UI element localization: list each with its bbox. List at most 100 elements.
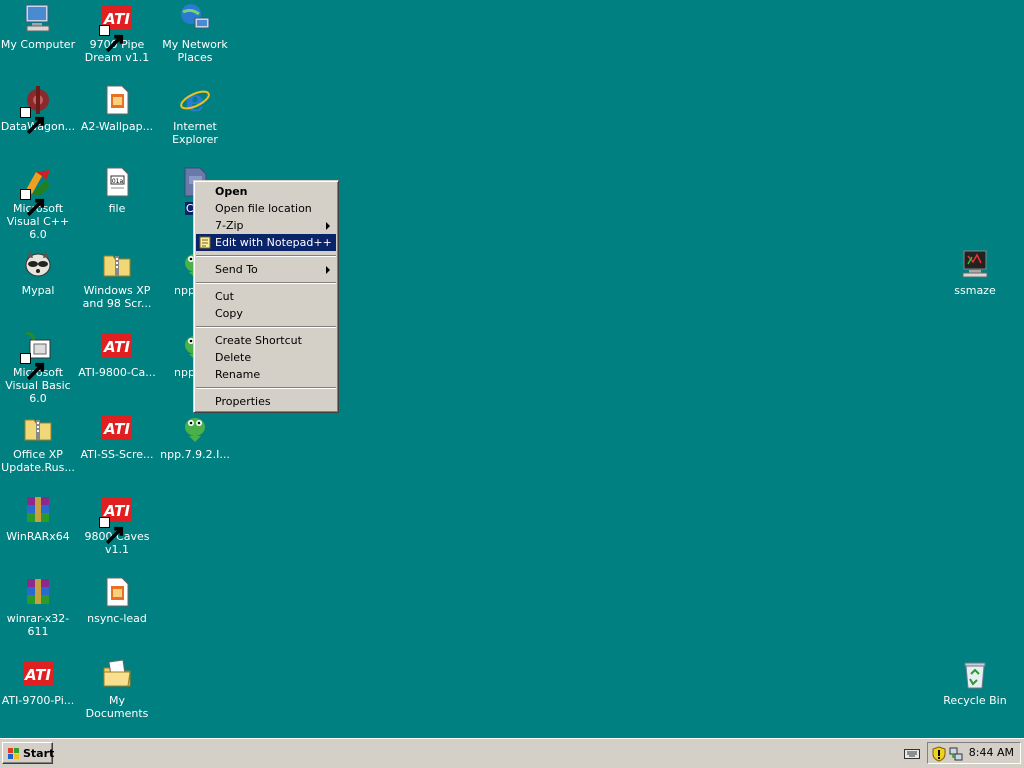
- icon-label: npp.7.9.2.I...: [160, 448, 230, 461]
- desktop-icon-npp792[interactable]: npp.7.9.2.I...: [155, 412, 235, 461]
- menu-item-copy[interactable]: Copy: [196, 305, 336, 322]
- ati-icon: ATI: [101, 412, 133, 444]
- shortcut-arrow-icon: [20, 353, 45, 381]
- context-menu: Open Open file location 7-Zip Edit with …: [193, 180, 339, 413]
- desktop-icon-mypal[interactable]: Mypal: [0, 248, 78, 297]
- shortcut-arrow-icon: [99, 517, 124, 545]
- desktop-icon-officexp[interactable]: Office XP Update.Rus...: [0, 412, 78, 474]
- desktop-icon-nsync-lead[interactable]: nsync-lead: [77, 576, 157, 625]
- notepad-plus-plus-icon: [199, 236, 211, 249]
- icon-label: nsync-lead: [87, 612, 147, 625]
- menu-separator: [196, 255, 336, 257]
- start-button[interactable]: Start: [2, 742, 55, 764]
- recycle-bin-icon: [959, 658, 991, 690]
- desktop-icon-msvc[interactable]: Microsoft Visual C++ 6.0: [0, 166, 78, 241]
- menu-item-open[interactable]: Open: [196, 183, 336, 200]
- menu-item-label: 7-Zip: [215, 219, 244, 232]
- security-shield-icon[interactable]: [931, 746, 947, 762]
- submenu-arrow-icon: [326, 266, 330, 274]
- shortcut-arrow-icon: [20, 189, 45, 217]
- icon-label: My Documents: [85, 694, 149, 720]
- menu-item-create-shortcut[interactable]: Create Shortcut: [196, 332, 336, 349]
- desktop-icon-network-places[interactable]: My Network Places: [155, 2, 235, 64]
- menu-item-delete[interactable]: Delete: [196, 349, 336, 366]
- desktop-icon-my-documents[interactable]: My Documents: [77, 658, 157, 720]
- desktop-icon-internet-explorer[interactable]: e Internet Explorer: [155, 84, 235, 146]
- winrar-icon: [22, 576, 54, 608]
- desktop-icon-recycle-bin[interactable]: Recycle Bin: [935, 658, 1015, 707]
- menu-separator: [196, 387, 336, 389]
- clock[interactable]: 8:44 AM: [969, 746, 1014, 760]
- computer-icon: [22, 2, 54, 34]
- desktop-icon-msvb[interactable]: Microsoft Visual Basic 6.0: [0, 330, 78, 405]
- internet-explorer-icon: e: [179, 84, 211, 116]
- visual-basic-icon: [20, 330, 54, 381]
- raccoon-icon: [22, 248, 54, 280]
- shortcut-arrow-icon: [99, 25, 124, 53]
- desktop-icon-datawagon[interactable]: DataWagon...: [0, 84, 78, 135]
- desktop-icon-winxp-98[interactable]: Windows XP and 98 Scr...: [77, 248, 157, 310]
- taskbar: Start 8:44 AM: [0, 738, 1024, 768]
- system-tray: 8:44 AM: [927, 742, 1021, 764]
- menu-item-send-to[interactable]: Send To: [196, 261, 336, 278]
- submenu-arrow-icon: [326, 222, 330, 230]
- menu-item-open-file-location[interactable]: Open file location: [196, 200, 336, 217]
- icon-label: Internet Explorer: [172, 120, 218, 146]
- svg-text:e: e: [185, 84, 204, 116]
- desktop-icon-file[interactable]: 01a file: [77, 166, 157, 215]
- menu-item-rename[interactable]: Rename: [196, 366, 336, 383]
- icon-label: winrar-x32-611: [6, 612, 70, 638]
- datawagon-icon: [20, 84, 54, 135]
- desktop-icon-my-computer[interactable]: My Computer: [0, 2, 78, 51]
- icon-label: ATI-9700-Pi...: [1, 694, 75, 707]
- menu-separator: [196, 282, 336, 284]
- desktop-icon-atiss[interactable]: ATI ATI-SS-Scre...: [77, 412, 157, 461]
- image-file-icon: [101, 84, 133, 116]
- zip-folder-icon: [22, 412, 54, 444]
- menu-separator: [196, 326, 336, 328]
- desktop-icon-ati9700pi[interactable]: ATI ATI-9700-Pi...: [0, 658, 78, 707]
- network-globe-icon: [179, 2, 211, 34]
- icon-label: Office XP Update.Rus...: [1, 448, 75, 474]
- desktop-icon-winrar32[interactable]: winrar-x32-611: [0, 576, 78, 638]
- icon-label: Recycle Bin: [943, 694, 1007, 707]
- documents-folder-icon: [101, 658, 133, 690]
- icon-label: Windows XP and 98 Scr...: [82, 284, 152, 310]
- keyboard-icon[interactable]: [904, 747, 920, 759]
- icon-label: My Computer: [0, 38, 76, 51]
- menu-item-properties[interactable]: Properties: [196, 393, 336, 410]
- start-label: Start: [23, 747, 55, 760]
- windows-flag-icon: [8, 748, 19, 759]
- svg-text:01a: 01a: [112, 178, 124, 185]
- notepad-plus-plus-icon: [179, 412, 211, 444]
- desktop-icon-a2-wallpaper[interactable]: A2-Wallpap...: [77, 84, 157, 133]
- menu-item-cut[interactable]: Cut: [196, 288, 336, 305]
- svg-text:ATI: ATI: [103, 420, 130, 438]
- ati-icon: ATI: [101, 330, 133, 362]
- icon-label: WinRARx64: [6, 530, 70, 543]
- winrar-icon: [22, 494, 54, 526]
- svg-text:ATI: ATI: [24, 666, 51, 684]
- desktop-icon-pipe-dream[interactable]: ATI 9700 Pipe Dream v1.1: [77, 2, 157, 64]
- image-file-icon: [101, 576, 133, 608]
- shortcut-arrow-icon: [20, 107, 45, 135]
- icon-label: A2-Wallpap...: [80, 120, 154, 133]
- desktop-icon-winrarx64[interactable]: WinRARx64: [0, 494, 78, 543]
- ati-icon: ATI: [99, 494, 133, 545]
- svg-text:ATI: ATI: [103, 338, 130, 356]
- screensaver-icon: [959, 248, 991, 280]
- menu-item-edit-with-notepad-plus-plus[interactable]: Edit with Notepad++: [196, 234, 336, 251]
- ati-icon: ATI: [22, 658, 54, 690]
- desktop-icon-9800-caves[interactable]: ATI 9800 Caves v1.1: [77, 494, 157, 556]
- ati-icon: ATI: [99, 2, 133, 53]
- icon-label: Mypal: [21, 284, 55, 297]
- icon-label: ATI-9800-Ca...: [78, 366, 156, 379]
- menu-item-7zip[interactable]: 7-Zip: [196, 217, 336, 234]
- icon-label: ssmaze: [954, 284, 996, 297]
- zip-folder-icon: [101, 248, 133, 280]
- desktop-icon-ssmaze[interactable]: ssmaze: [935, 248, 1015, 297]
- menu-item-label: Edit with Notepad++: [215, 236, 332, 249]
- desktop-icon-ati9800ca[interactable]: ATI ATI-9800-Ca...: [77, 330, 157, 379]
- network-icon[interactable]: [948, 746, 964, 762]
- visual-cpp-icon: [20, 166, 54, 217]
